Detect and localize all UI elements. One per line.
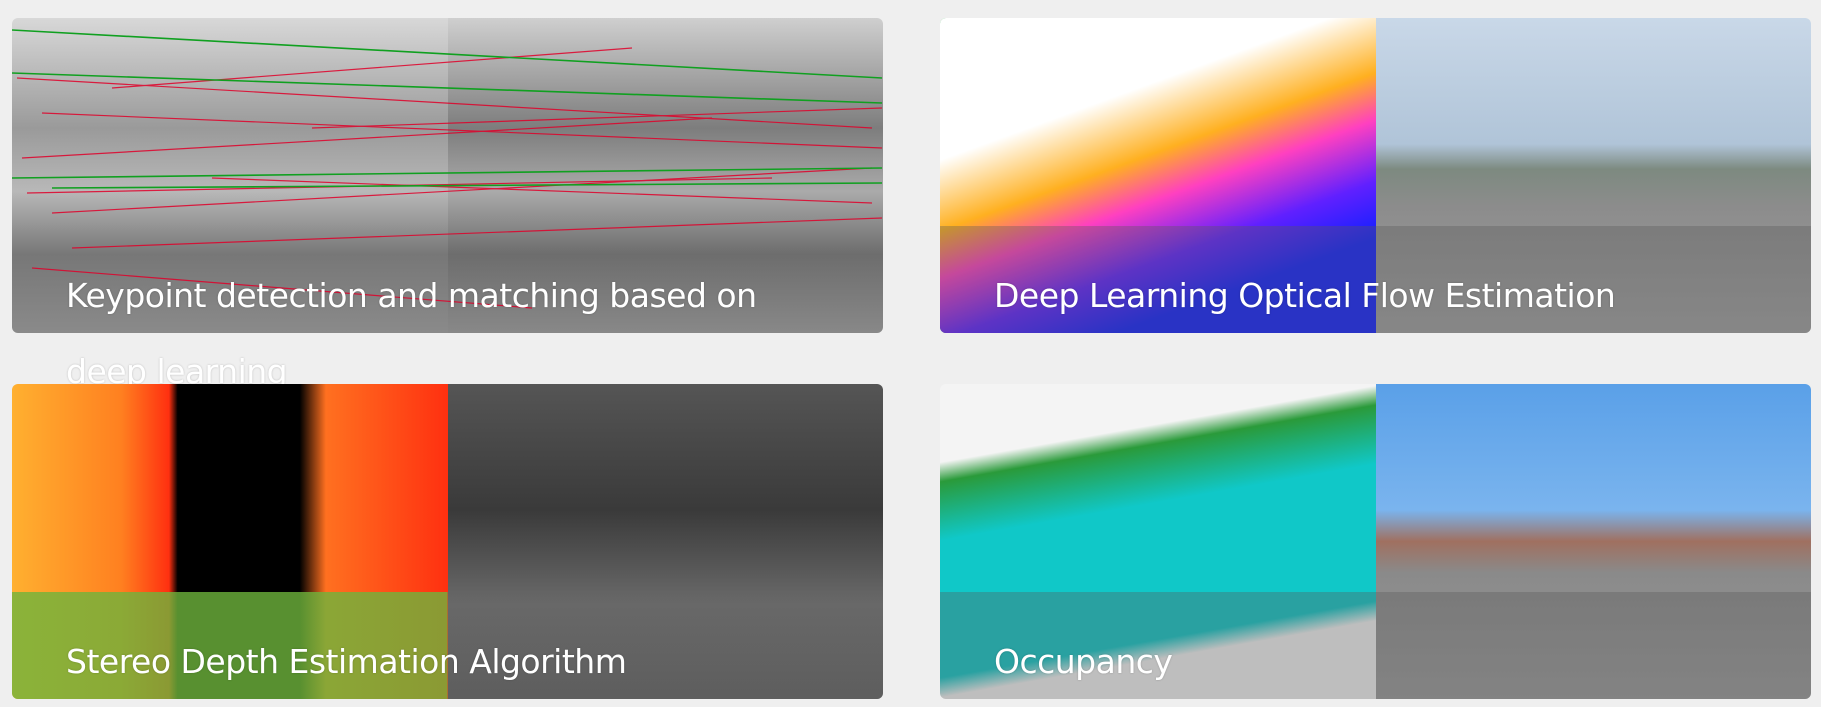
card-title: Deep Learning Optical Flow Estimation [994,276,1616,315]
card-title: Stereo Depth Estimation Algorithm [66,642,627,681]
card-optical-flow[interactable]: Deep Learning Optical Flow Estimation [940,18,1811,333]
card-occupancy[interactable]: Occupancy [940,384,1811,699]
card-stereo-depth[interactable]: Stereo Depth Estimation Algorithm [12,384,883,699]
card-title: Occupancy [994,642,1173,681]
card-keypoint-matching[interactable]: Keypoint detection and matching based on… [12,18,883,391]
